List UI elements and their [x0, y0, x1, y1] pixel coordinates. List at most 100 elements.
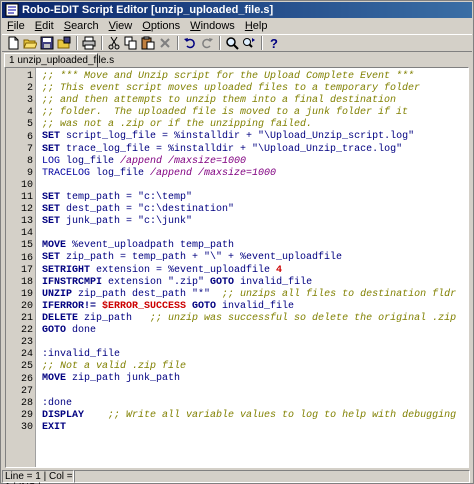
open-folder-icon[interactable] — [22, 35, 38, 51]
code-line[interactable]: SET zip_path = temp_path + "\" + %event_… — [42, 252, 468, 264]
code-token: zip_path — [78, 312, 151, 324]
code-line[interactable]: MOVE zip_path junk_path — [42, 373, 468, 385]
code-token: TRACELOG — [42, 167, 91, 179]
code-line[interactable]: SET dest_path = "c:\destination" — [42, 204, 468, 216]
code-line[interactable]: MOVE %event_uploadpath temp_path — [42, 240, 468, 252]
cursor-position-status: Line = 1 | Col = 1 | INS | — [2, 469, 74, 484]
line-number: 10 — [20, 179, 33, 191]
code-line[interactable]: EXIT — [42, 422, 468, 434]
code-line[interactable]: IFERROR!= $ERROR_SUCCESS GOTO invalid_fi… — [42, 301, 468, 313]
tab-unzip-uploaded-file[interactable]: 1 unzip_uploaded_file.s — [4, 53, 114, 67]
document-tabs: 1 unzip_uploaded_file.s — [2, 53, 472, 67]
code-token: GOTO — [210, 276, 235, 288]
line-number: 24 — [20, 349, 33, 361]
line-number: 30 — [20, 421, 33, 433]
code-line[interactable]: ;; folder. The uploaded file is moved to… — [42, 107, 468, 119]
code-line[interactable]: SETRIGHT extension = %event_uploadfile 4 — [42, 265, 468, 277]
code-line[interactable]: TRACELOG log_file /append /maxsize=1000 — [42, 168, 468, 180]
code-line[interactable]: UNZIP zip_path dest_path "*" ;; unzips a… — [42, 289, 468, 301]
code-line[interactable] — [42, 228, 468, 240]
delete-icon[interactable] — [157, 35, 173, 51]
code-line[interactable]: IFNSTRCMPI extension ".zip" GOTO invalid… — [42, 277, 468, 289]
line-number: 28 — [20, 397, 33, 409]
code-line[interactable]: LOG log_file /append /maxsize=1000 — [42, 156, 468, 168]
code-line[interactable]: :done — [42, 398, 468, 410]
toolbar-separator — [76, 36, 78, 50]
code-token: SET — [42, 216, 61, 228]
code-token: DISPLAY — [42, 409, 85, 421]
menu-search[interactable]: Search — [59, 19, 104, 33]
code-token: SET — [42, 143, 61, 155]
cut-icon[interactable] — [106, 35, 122, 51]
code-token: zip_path dest_path "*" — [72, 288, 223, 300]
code-line[interactable]: ;; *** Move and Unzip script for the Upl… — [42, 71, 468, 83]
line-number: 9 — [26, 167, 33, 179]
print-icon[interactable] — [81, 35, 97, 51]
code-line[interactable]: ;; was not a .zip or if the unzipping fa… — [42, 119, 468, 131]
code-line[interactable] — [42, 180, 468, 192]
menu-view[interactable]: View — [104, 19, 138, 33]
line-number: 27 — [20, 385, 33, 397]
code-token: 4 — [276, 264, 283, 276]
code-line[interactable]: SET junk_path = "c:\junk" — [42, 216, 468, 228]
code-token: junk_path = "c:\junk" — [60, 216, 193, 228]
code-token: trace_log_file = %installdir + "\Upload_… — [60, 143, 403, 155]
code-token: ;; unzips all files to destination fldr — [222, 288, 457, 300]
menu-label: earch — [71, 20, 99, 32]
code-line[interactable] — [42, 337, 468, 349]
code-token: MOVE — [42, 373, 67, 385]
line-number: 5 — [26, 119, 33, 131]
copy-icon[interactable] — [123, 35, 139, 51]
line-number: 11 — [20, 192, 33, 203]
menu-mnemonic: H — [244, 20, 253, 32]
new-file-icon[interactable] — [5, 35, 21, 51]
code-line[interactable]: ;; This event script moves uploaded file… — [42, 83, 468, 95]
code-line[interactable]: DELETE zip_path ;; unzip was successful … — [42, 313, 468, 325]
menu-help[interactable]: Help — [240, 19, 273, 33]
menu-mnemonic: O — [142, 20, 151, 32]
code-token: MOVE — [42, 240, 67, 252]
find-next-icon[interactable] — [241, 35, 257, 51]
line-number: 3 — [26, 95, 33, 107]
menu-label: indows — [200, 20, 235, 32]
status-bar: Line = 1 | Col = 1 | INS | — [2, 469, 472, 484]
menu-options[interactable]: Options — [137, 19, 185, 33]
menu-file[interactable]: File — [2, 19, 30, 33]
menu-label: iew — [115, 20, 133, 32]
menu-windows[interactable]: Windows — [185, 19, 240, 33]
save-icon[interactable] — [39, 35, 55, 51]
code-token: zip_path junk_path — [66, 373, 181, 385]
help-icon[interactable]: ? — [266, 35, 282, 51]
code-token: SET — [42, 191, 61, 203]
redo-icon[interactable] — [199, 35, 215, 51]
menu-edit[interactable]: Edit — [30, 19, 59, 33]
toolbar-separator — [177, 36, 179, 50]
code-line[interactable]: GOTO done — [42, 325, 468, 337]
toolbar-separator — [261, 36, 263, 50]
code-line[interactable]: SET temp_path = "c:\temp" — [42, 192, 468, 204]
code-token: zip_path = temp_path + "\" + %event_uplo… — [60, 252, 343, 264]
code-token: SET — [42, 204, 61, 216]
line-number: 15 — [20, 240, 33, 252]
code-line[interactable]: DISPLAY ;; Write all variable values to … — [42, 410, 468, 422]
line-number: 23 — [20, 337, 33, 349]
paste-icon[interactable] — [140, 35, 156, 51]
line-number: 2 — [26, 83, 33, 95]
code-line[interactable]: SET script_log_file = %installdir + "\Up… — [42, 131, 468, 143]
undo-icon[interactable] — [182, 35, 198, 51]
code-token: log_file — [90, 167, 151, 179]
code-token: GOTO — [42, 324, 67, 336]
title-bar[interactable]: Robo-EDIT Script Editor [unzip_uploaded_… — [2, 2, 472, 18]
code-editor[interactable]: 1 2 3 4 5 6 7 8 9 10 11 12 13 14 15 16 17 18 19 20 21 22 23 24 2… — [5, 67, 469, 468]
code-area[interactable]: ;; *** Move and Unzip script for the Upl… — [42, 71, 468, 434]
save-all-icon[interactable] — [56, 35, 72, 51]
code-line[interactable]: ;; and then attempts to unzip them into … — [42, 95, 468, 107]
line-number: 16 — [20, 252, 33, 264]
code-line[interactable]: SET trace_log_file = %installdir + "\Upl… — [42, 144, 468, 156]
code-token: SET — [42, 131, 61, 143]
code-line[interactable]: ;; Not a valid .zip file — [42, 361, 468, 373]
code-line[interactable] — [42, 385, 468, 397]
code-line[interactable]: :invalid_file — [42, 349, 468, 361]
find-icon[interactable] — [224, 35, 240, 51]
